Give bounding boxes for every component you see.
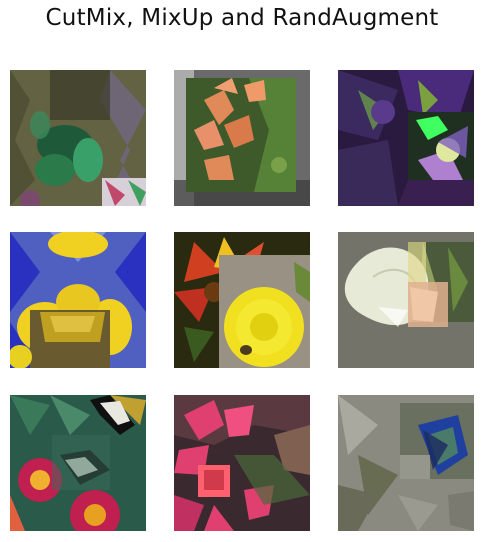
augmented-image-1: [10, 70, 146, 206]
augmented-image-2: [174, 70, 310, 206]
augmented-image-8: [174, 395, 310, 531]
augmented-image-9: [338, 395, 474, 531]
augmented-image-3: [338, 70, 474, 206]
augmented-image-6: [338, 232, 474, 368]
augmented-image-4: [10, 232, 146, 368]
augmented-image-7: [10, 395, 146, 531]
figure-title: CutMix, MixUp and RandAugment: [45, 5, 439, 31]
augmented-image-5: [174, 232, 310, 368]
